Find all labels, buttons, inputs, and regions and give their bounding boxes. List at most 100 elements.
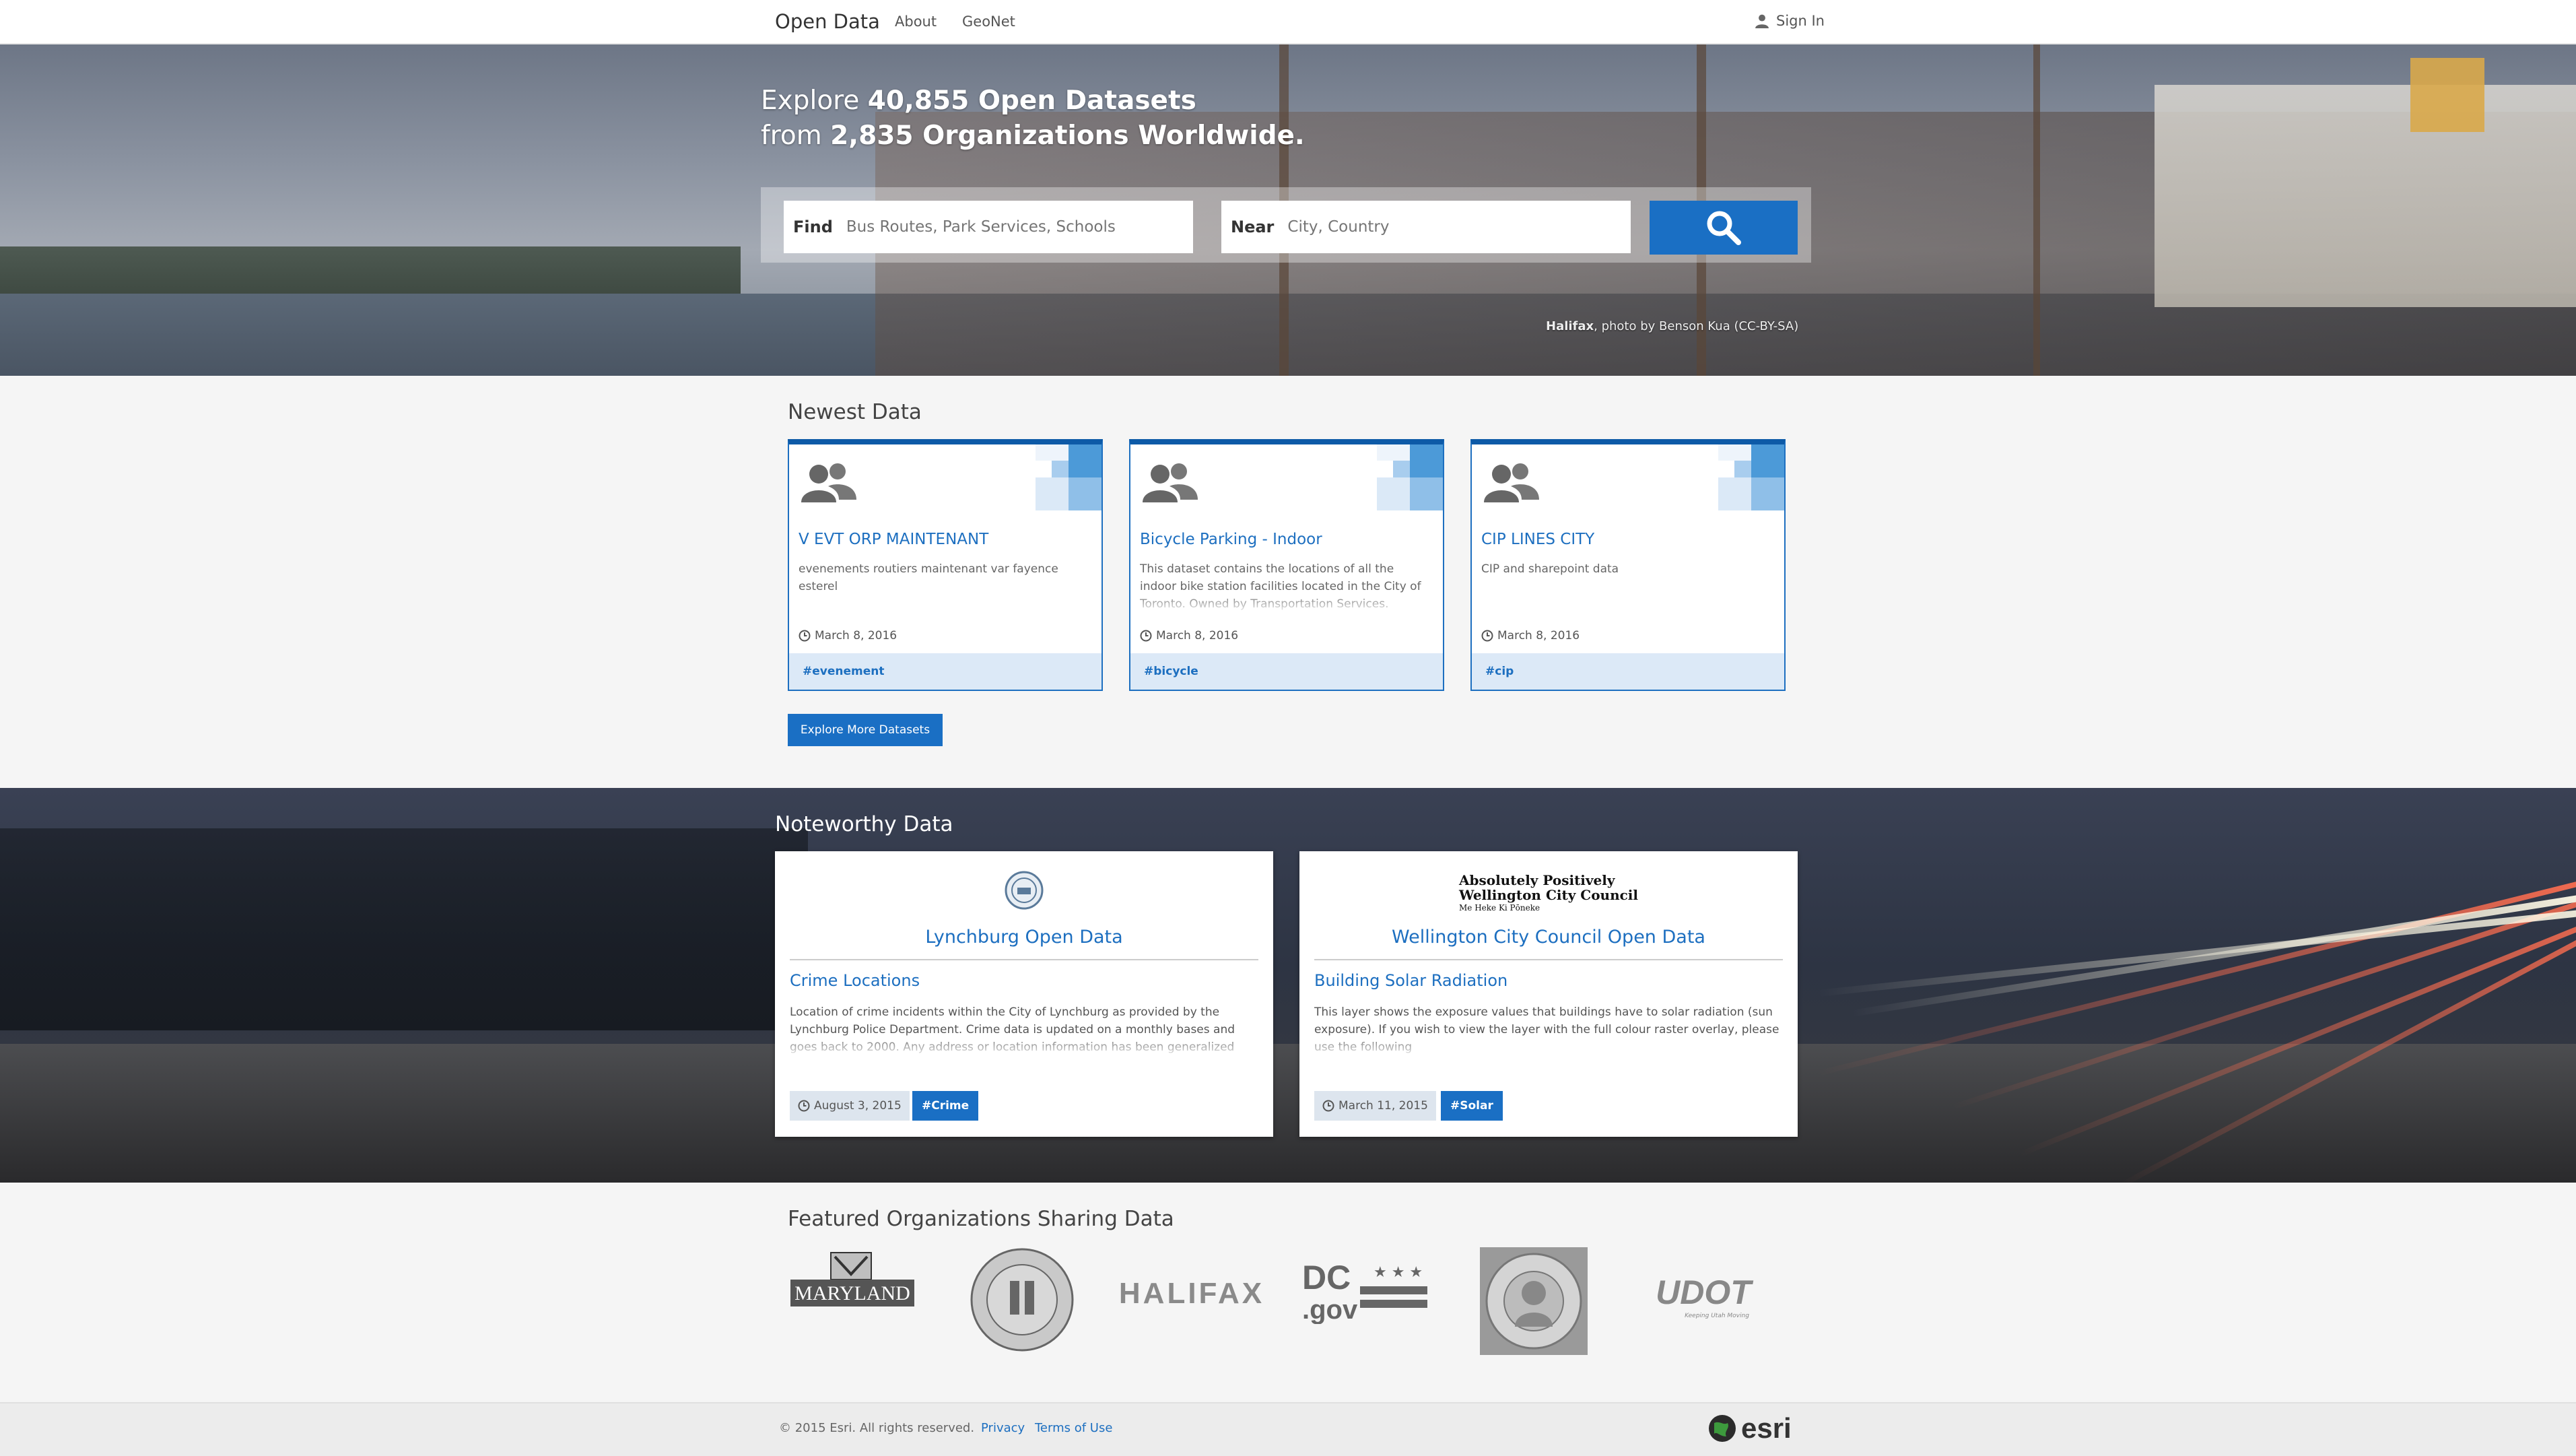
maryland-logo-graphic: MARYLAND — [790, 1252, 914, 1306]
newest-data-title: Newest Data — [788, 400, 922, 424]
washington-seal-logo[interactable] — [1480, 1247, 1588, 1355]
group-icon — [1143, 463, 1198, 502]
dataset-date: March 8, 2016 — [1481, 629, 1580, 642]
dataset-thumbnail-mosaic — [1718, 444, 1784, 510]
dc-gov-text-top: DC — [1302, 1259, 1351, 1296]
udot-text: UDOT — [1656, 1273, 1754, 1311]
dataset-date-text: March 8, 2016 — [1156, 629, 1239, 642]
maryland-logo[interactable]: MARYLAND — [786, 1250, 918, 1324]
dataset-date-text: March 8, 2016 — [1497, 629, 1580, 642]
brand-open-data[interactable]: Open Data — [775, 8, 880, 35]
dataset-date: March 8, 2016 — [1140, 629, 1238, 642]
noteworthy-bg-trees — [0, 828, 808, 1030]
wellington-logo-line1: Absolutely Positively — [1458, 872, 1615, 888]
dc-gov-logo[interactable]: DC .gov ★ ★ ★ — [1299, 1257, 1431, 1324]
noteworthy-data-section: Noteworthy Data Lynchburg Open Data Crim… — [0, 788, 2576, 1183]
noteworthy-tag[interactable]: #Crime — [912, 1091, 979, 1121]
noteworthy-card[interactable]: Lynchburg Open Data Crime Locations Loca… — [775, 851, 1273, 1137]
dataset-card[interactable]: V EVT ORP MAINTENANT evenements routiers… — [788, 439, 1103, 691]
nav-link-geonet[interactable]: GeoNet — [962, 12, 1015, 31]
search-button[interactable] — [1650, 201, 1798, 255]
noteworthy-date: March 11, 2015 — [1314, 1091, 1436, 1121]
dataset-title[interactable]: V EVT ORP MAINTENANT — [799, 531, 988, 548]
org-name[interactable]: Wellington City Council Open Data — [1299, 927, 1798, 948]
clock-icon — [1140, 630, 1152, 642]
near-field[interactable]: Near — [1221, 201, 1631, 253]
group-icon — [801, 463, 856, 502]
noteworthy-date-text: March 11, 2015 — [1338, 1099, 1428, 1113]
noteworthy-dataset-title[interactable]: Building Solar Radiation — [1314, 971, 1507, 990]
nav-link-about[interactable]: About — [895, 12, 937, 31]
search-icon — [1707, 211, 1741, 245]
featured-organizations-title: Featured Organizations Sharing Data — [788, 1207, 1174, 1231]
hero-bg-funnel — [2410, 58, 2484, 132]
svg-text:★ ★ ★: ★ ★ ★ — [1374, 1264, 1423, 1281]
org-name[interactable]: Lynchburg Open Data — [775, 927, 1273, 948]
near-input[interactable] — [1287, 207, 1631, 247]
card-divider — [790, 959, 1258, 960]
wellington-logo: Absolutely Positively Wellington City Co… — [1299, 870, 1798, 913]
find-input[interactable] — [846, 207, 1193, 247]
explore-more-datasets-button[interactable]: Explore More Datasets — [788, 714, 943, 746]
esri-logo-text: esri — [1741, 1412, 1792, 1444]
photo-credit-place: Halifax — [1546, 319, 1594, 333]
noteworthy-dataset-description: Location of crime incidents within the C… — [790, 1005, 1235, 1054]
hero-banner: Explore 40,855 Open Datasets from 2,835 … — [0, 44, 2576, 376]
clock-icon — [1481, 630, 1493, 642]
noteworthy-date: August 3, 2015 — [790, 1091, 910, 1121]
dataset-title[interactable]: CIP LINES CITY — [1481, 531, 1594, 548]
noteworthy-tag[interactable]: #Solar — [1441, 1091, 1503, 1121]
lynchburg-logo — [775, 870, 1273, 912]
hero-line1-prefix: Explore — [761, 86, 868, 116]
dataset-thumbnail-mosaic — [1036, 444, 1101, 510]
hero-bg-hull — [2155, 85, 2576, 307]
privacy-link[interactable]: Privacy — [981, 1421, 1025, 1435]
maryland-logo-text: MARYLAND — [794, 1282, 910, 1304]
clock-icon — [799, 630, 811, 642]
copyright-text: © 2015 Esri. All rights reserved. — [779, 1421, 975, 1435]
noteworthy-card[interactable]: Absolutely Positively Wellington City Co… — [1299, 851, 1798, 1137]
washington-seal-graphic — [1480, 1247, 1588, 1355]
udot-graphic: UDOT Keeping Utah Moving — [1656, 1273, 1754, 1319]
hero-headline: Explore 40,855 Open Datasets from 2,835 … — [761, 84, 1305, 154]
dataset-tag[interactable]: #cip — [1472, 653, 1784, 690]
sign-in-link[interactable]: Sign In — [1755, 11, 1825, 31]
dataset-description: This dataset contains the locations of a… — [1140, 562, 1421, 611]
noteworthy-data-title: Noteworthy Data — [775, 812, 953, 836]
lynchburg-seal-icon — [1005, 871, 1044, 910]
clock-icon — [798, 1100, 810, 1112]
wellington-logo-line3: Me Heke Ki Pōneke — [1458, 903, 1540, 913]
near-label: Near — [1231, 218, 1275, 236]
udot-tagline: Keeping Utah Moving — [1685, 1313, 1749, 1319]
esri-logo[interactable]: esri — [1707, 1412, 1792, 1445]
dataset-card[interactable]: CIP LINES CITY CIP and sharepoint data M… — [1470, 439, 1786, 691]
find-label: Find — [793, 218, 833, 236]
dc-gov-graphic: DC .gov ★ ★ ★ — [1302, 1259, 1427, 1324]
globe-icon — [1709, 1415, 1736, 1442]
terms-of-use-link[interactable]: Terms of Use — [1035, 1421, 1112, 1435]
hero-org-count: 2,835 Organizations Worldwide. — [830, 121, 1305, 151]
top-navbar: Open Data About GeoNet Sign In — [0, 0, 2576, 44]
dc-gov-text-bottom: .gov — [1302, 1295, 1358, 1324]
dataset-tag[interactable]: #bicycle — [1130, 653, 1443, 690]
noteworthy-dataset-title[interactable]: Crime Locations — [790, 971, 920, 990]
kentucky-seal-logo[interactable] — [970, 1247, 1075, 1352]
dataset-description: evenements routiers maintenant var fayen… — [799, 562, 1058, 593]
find-field[interactable]: Find — [784, 201, 1193, 253]
dataset-thumbnail-mosaic — [1377, 444, 1443, 510]
search-panel: Find Near — [761, 187, 1811, 263]
dataset-description: CIP and sharepoint data — [1481, 562, 1619, 576]
hero-line2-prefix: from — [761, 121, 831, 151]
udot-logo[interactable]: UDOT Keeping Utah Moving — [1636, 1270, 1771, 1331]
halifax-logo[interactable]: HALIFAX — [1119, 1270, 1262, 1317]
featured-organizations-section: Featured Organizations Sharing Data MARY… — [0, 1183, 2576, 1402]
dataset-date: March 8, 2016 — [799, 629, 897, 642]
dataset-tag[interactable]: #evenement — [789, 653, 1101, 690]
clock-icon — [1322, 1100, 1334, 1112]
card-divider — [1314, 959, 1783, 960]
hero-bg-mast — [2033, 44, 2040, 376]
dataset-title[interactable]: Bicycle Parking - Indoor — [1140, 531, 1322, 548]
noteworthy-dataset-description: This layer shows the exposure values tha… — [1314, 1005, 1780, 1054]
newest-data-section: Newest Data V EVT ORP MAINTENANT eveneme… — [0, 376, 2576, 788]
dataset-card[interactable]: Bicycle Parking - Indoor This dataset co… — [1129, 439, 1444, 691]
